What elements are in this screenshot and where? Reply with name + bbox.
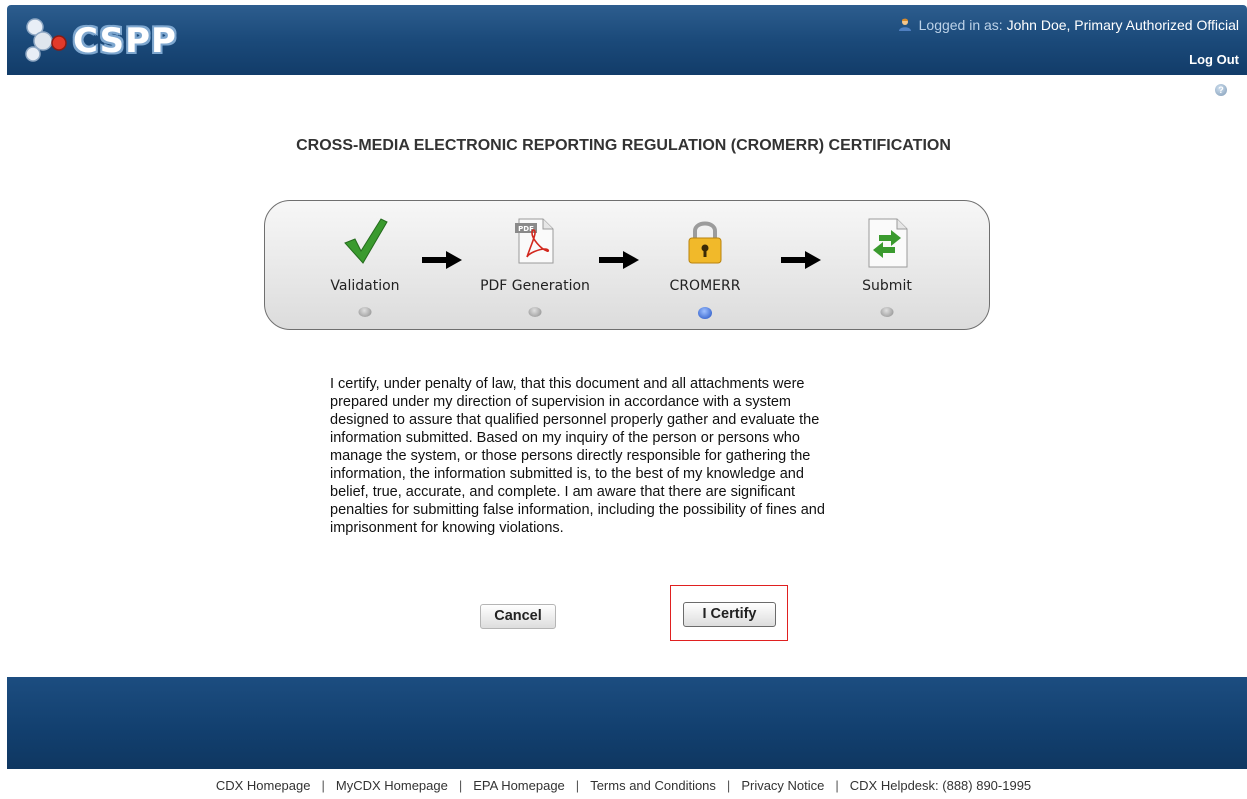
step-status-dot bbox=[528, 307, 542, 317]
wizard-step-label: CROMERR bbox=[669, 278, 741, 294]
user-icon bbox=[898, 18, 911, 31]
certification-line: designed to assure that qualified person… bbox=[330, 412, 820, 428]
cspp-logo[interactable]: CSPP bbox=[21, 13, 201, 65]
submit-document-icon bbox=[868, 218, 908, 268]
footer-separator: | bbox=[835, 778, 839, 793]
logged-in-info: Logged in as: John Doe, Primary Authoriz… bbox=[898, 17, 1239, 33]
cancel-button[interactable]: Cancel bbox=[480, 604, 556, 629]
user-name: John Doe, Primary Authorized Official bbox=[1006, 17, 1239, 33]
footer-link-cdx-homepage[interactable]: CDX Homepage bbox=[216, 778, 311, 793]
footer-separator: | bbox=[321, 778, 325, 793]
footer-link-privacy-notice[interactable]: Privacy Notice bbox=[741, 778, 824, 793]
footer-separator: | bbox=[575, 778, 580, 793]
certification-line: I certify, under penalty of law, that th… bbox=[330, 376, 805, 392]
step-status-dot bbox=[358, 307, 372, 317]
certification-line: manage the system, or those persons dire… bbox=[330, 448, 811, 464]
footer-link-mycdx-homepage[interactable]: MyCDX Homepage bbox=[336, 778, 448, 793]
certification-line: prepared under my direction of supervisi… bbox=[330, 394, 792, 410]
certification-line: penalties for submitting false informati… bbox=[330, 502, 825, 518]
footer-links: CDX Homepage | MyCDX Homepage | EPA Homepage… bbox=[0, 778, 1247, 793]
footer-link-terms-and-conditions[interactable]: Terms and Conditions bbox=[590, 778, 716, 793]
page-title: CROSS-MEDIA ELECTRONIC REPORTING REGULAT… bbox=[296, 137, 951, 154]
arrow-right-icon bbox=[422, 251, 462, 269]
logo-text: CSPP bbox=[73, 21, 177, 61]
certification-line: imprisonment for knowing violations. bbox=[330, 520, 564, 536]
wizard-step-label: PDF Generation bbox=[480, 278, 590, 294]
wizard-step-label: Validation bbox=[330, 278, 400, 294]
step-status-dot-active bbox=[698, 307, 712, 319]
molecule-icon bbox=[25, 18, 67, 62]
wizard-step-label: Submit bbox=[862, 278, 912, 294]
arrow-right-icon bbox=[599, 251, 639, 269]
submission-progress-wizard: Validation PDF PDF Generation CROMERR Su… bbox=[264, 200, 990, 330]
certification-line: information, the information submitted i… bbox=[330, 466, 804, 482]
step-status-dot bbox=[880, 307, 894, 317]
certification-statement: I certify, under penalty of law, that th… bbox=[330, 375, 930, 537]
footer-link-cdx-helpdesk[interactable]: CDX Helpdesk: (888) 890-1995 bbox=[850, 778, 1031, 793]
lock-icon bbox=[688, 221, 722, 264]
logged-in-label: Logged in as: bbox=[918, 17, 1003, 33]
certification-line: belief, true, accurate, and complete. I … bbox=[330, 484, 796, 500]
help-icon[interactable]: ? bbox=[1215, 84, 1227, 96]
footer-link-epa-homepage[interactable]: EPA Homepage bbox=[473, 778, 565, 793]
certification-line: information submitted. Based on my inqui… bbox=[330, 430, 800, 446]
footer-separator: | bbox=[726, 778, 731, 793]
pdf-icon: PDF bbox=[515, 218, 554, 264]
checkmark-icon bbox=[344, 218, 388, 264]
header-bar: CSPP Logged in as: John Doe, Primary Aut… bbox=[7, 5, 1247, 75]
arrow-right-icon bbox=[781, 251, 821, 269]
i-certify-button[interactable]: I Certify bbox=[683, 602, 776, 627]
footer-separator: | bbox=[458, 778, 463, 793]
footer-band bbox=[7, 677, 1247, 769]
logout-link[interactable]: Log Out bbox=[1189, 52, 1239, 67]
